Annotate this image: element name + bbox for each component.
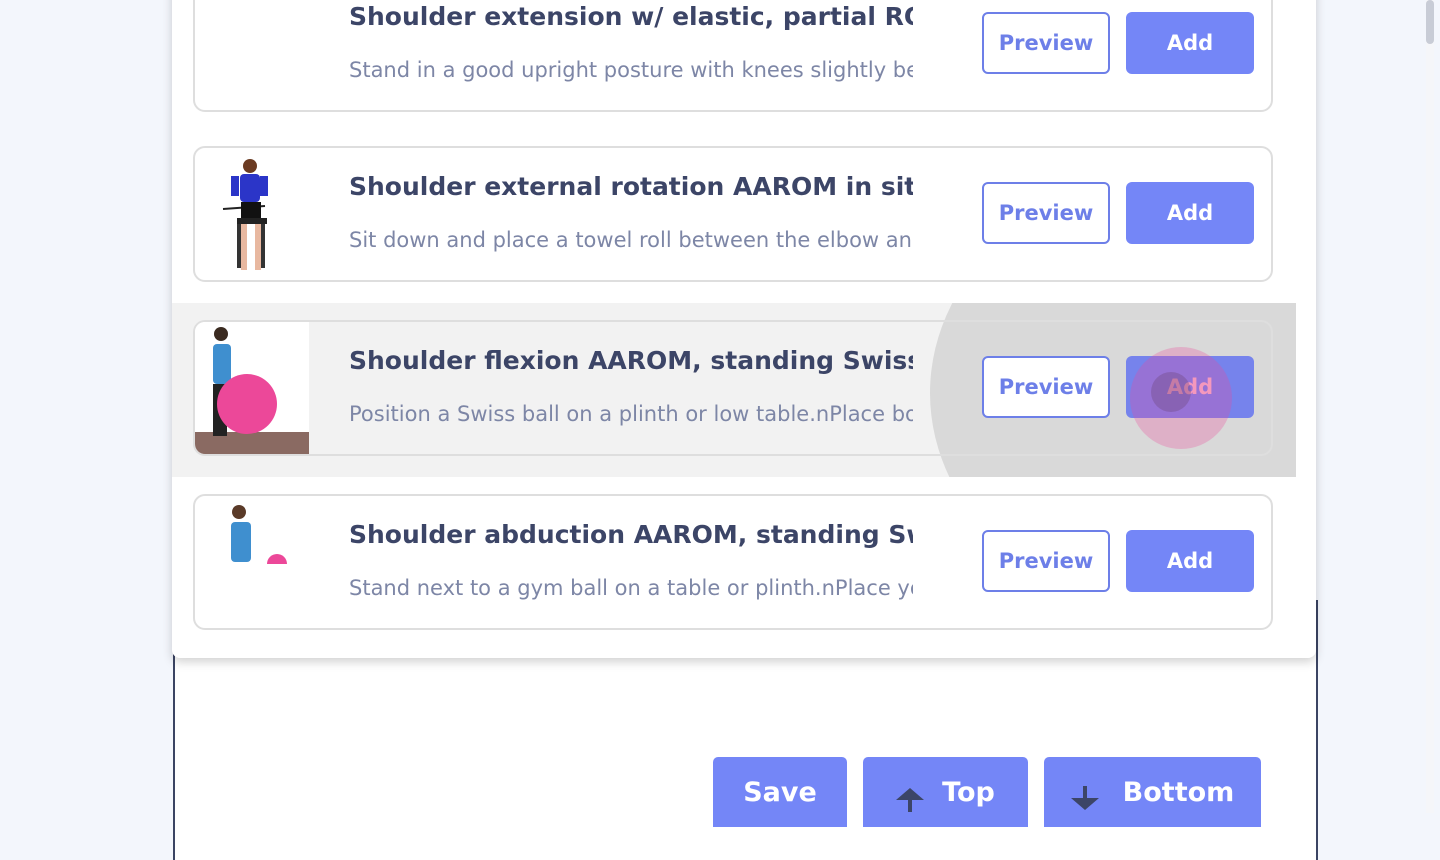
exercise-description: Position a Swiss ball on a plinth or low… xyxy=(349,402,913,426)
exercise-thumbnail xyxy=(195,322,309,454)
arrow-down-icon xyxy=(1070,785,1099,817)
top-label: Top xyxy=(942,776,995,808)
exercise-card: Shoulder abduction AAROM, standing Swiss… xyxy=(193,494,1273,630)
save-label: Save xyxy=(743,776,817,808)
add-button[interactable]: Add xyxy=(1126,530,1254,592)
add-button[interactable]: Add xyxy=(1126,12,1254,74)
preview-button[interactable]: Preview xyxy=(982,12,1110,74)
preview-button[interactable]: Preview xyxy=(982,356,1110,418)
scrollbar-thumb[interactable] xyxy=(1426,0,1434,44)
bottom-label: Bottom xyxy=(1122,776,1235,808)
exercise-title[interactable]: Shoulder external rotation AAROM in sitt… xyxy=(349,172,913,201)
arrow-up-icon xyxy=(896,787,925,819)
scroll-top-button[interactable]: Top xyxy=(863,757,1028,827)
exercise-description: Stand next to a gym ball on a table or p… xyxy=(349,576,913,600)
exercise-thumbnail xyxy=(215,0,327,110)
exercise-title[interactable]: Shoulder extension w/ elastic, partial R… xyxy=(349,2,913,31)
exercise-description: Stand in a good upright posture with kne… xyxy=(349,58,913,82)
exercise-results-dropdown: Shoulder extension w/ elastic, partial R… xyxy=(172,0,1316,658)
exercise-card: Shoulder flexion AAROM, standing Swiss b… xyxy=(193,320,1273,456)
add-button[interactable]: Add xyxy=(1126,182,1254,244)
exercise-card: Shoulder external rotation AAROM in sitt… xyxy=(193,146,1273,282)
exercise-title[interactable]: Shoulder abduction AAROM, standing Swiss… xyxy=(349,520,913,549)
exercise-title[interactable]: Shoulder flexion AAROM, standing Swiss b… xyxy=(349,346,913,375)
scrollbar-track[interactable] xyxy=(1426,0,1434,813)
scroll-bottom-button[interactable]: Bottom xyxy=(1044,757,1261,827)
click-indicator-core xyxy=(1151,372,1191,412)
exercise-thumbnail xyxy=(215,154,327,280)
save-button[interactable]: Save xyxy=(713,757,847,827)
exercise-thumbnail xyxy=(215,502,327,628)
preview-button[interactable]: Preview xyxy=(982,530,1110,592)
preview-button[interactable]: Preview xyxy=(982,182,1110,244)
exercise-card: Shoulder extension w/ elastic, partial R… xyxy=(193,0,1273,112)
exercise-description: Sit down and place a towel roll between … xyxy=(349,228,913,252)
